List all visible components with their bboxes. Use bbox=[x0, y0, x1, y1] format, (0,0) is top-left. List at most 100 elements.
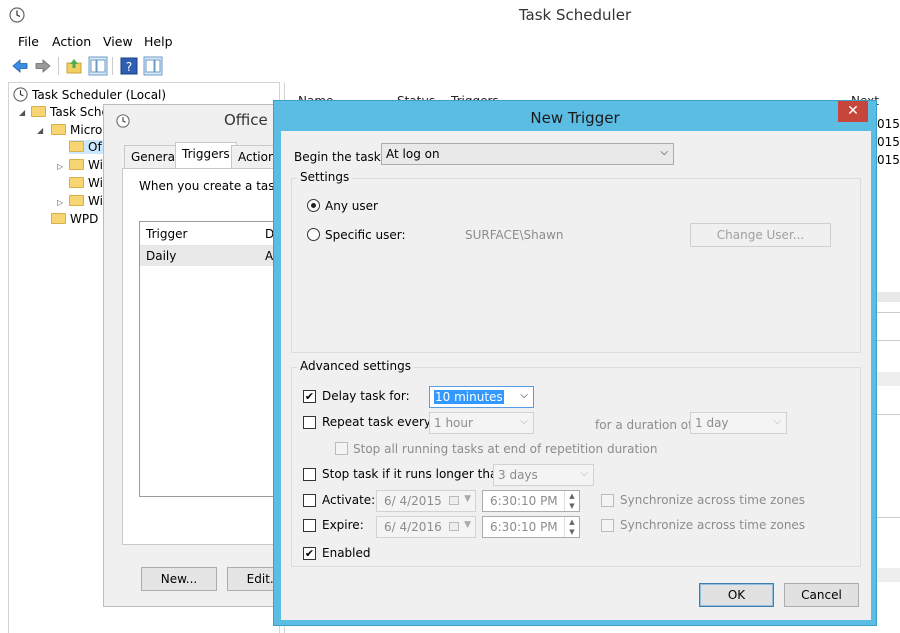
activate-sync-timezones-checkbox[interactable] bbox=[601, 494, 614, 507]
activate-time-input[interactable]: 6:30:10 PM ▲ ▼ bbox=[482, 490, 580, 512]
tree-label: Wi bbox=[88, 194, 103, 208]
delay-task-label[interactable]: Delay task for: bbox=[322, 389, 410, 403]
begin-task-select[interactable]: At log on ⌵ bbox=[381, 143, 674, 165]
tree-item-task-scheduler-local[interactable]: Task Scheduler (Local) bbox=[13, 87, 166, 102]
column-header-trigger[interactable]: Trigger bbox=[146, 227, 187, 241]
expire-date-picker[interactable]: 6/ 4/2016 ▼ bbox=[376, 516, 476, 538]
pane-divider bbox=[877, 568, 900, 582]
enabled-checkbox[interactable]: ✔ bbox=[303, 547, 316, 560]
repeat-task-checkbox[interactable] bbox=[303, 416, 316, 429]
toolbar-separator bbox=[58, 57, 59, 75]
calendar-icon bbox=[449, 522, 459, 531]
time-spinner[interactable]: ▲ ▼ bbox=[564, 491, 579, 511]
expire-sync-timezones-checkbox[interactable] bbox=[601, 519, 614, 532]
menu-help[interactable]: Help bbox=[144, 34, 173, 49]
menu-file[interactable]: File bbox=[18, 34, 39, 49]
chevron-down-icon: ⌵ bbox=[580, 468, 588, 479]
stop-running-tasks-label[interactable]: Stop all running tasks at end of repetit… bbox=[353, 442, 657, 456]
change-user-button[interactable]: Change User... bbox=[690, 223, 831, 247]
folder-icon bbox=[69, 195, 84, 206]
expire-time-value: 6:30:10 PM bbox=[490, 520, 558, 534]
specific-user-radio[interactable] bbox=[307, 228, 320, 241]
stop-if-longer-value: 3 days bbox=[498, 468, 538, 482]
collapse-caret-icon[interactable]: ◢ bbox=[19, 108, 25, 117]
show-hide-action-pane-icon[interactable] bbox=[143, 56, 163, 76]
settings-group-label: Settings bbox=[297, 170, 353, 184]
any-user-label[interactable]: Any user bbox=[325, 199, 378, 213]
forward-arrow-icon[interactable] bbox=[33, 56, 53, 76]
duration-label: for a duration of: bbox=[595, 418, 696, 432]
activate-date-picker[interactable]: 6/ 4/2015 ▼ bbox=[376, 490, 476, 512]
menu-action[interactable]: Action bbox=[52, 34, 91, 49]
pane-divider bbox=[877, 340, 900, 341]
trigger-list[interactable]: Trigger D Daily A bbox=[139, 221, 296, 497]
ok-button[interactable]: OK bbox=[699, 583, 774, 607]
new-trigger-button[interactable]: New... bbox=[141, 567, 217, 591]
show-hide-console-tree-icon[interactable] bbox=[88, 56, 108, 76]
tree-label: Of bbox=[88, 140, 102, 154]
stop-running-tasks-checkbox[interactable] bbox=[335, 442, 348, 455]
any-user-radio[interactable] bbox=[307, 199, 320, 212]
triggers-tab-panel: When you create a task, y Trigger D Dail… bbox=[122, 168, 301, 591]
activate-checkbox[interactable] bbox=[303, 494, 316, 507]
folder-icon bbox=[31, 106, 46, 117]
repeat-interval-select[interactable]: 1 hour ⌵ bbox=[429, 412, 534, 434]
up-folder-icon[interactable] bbox=[64, 56, 84, 76]
begin-task-value: At log on bbox=[386, 147, 440, 161]
expire-time-input[interactable]: 6:30:10 PM ▲ ▼ bbox=[482, 516, 580, 538]
dialog-title: New Trigger bbox=[530, 109, 620, 127]
repeat-interval-value: 1 hour bbox=[434, 416, 473, 430]
tree-item-wpd[interactable]: WPD bbox=[51, 212, 98, 226]
spin-down-icon[interactable]: ▼ bbox=[569, 502, 574, 510]
activate-label[interactable]: Activate: bbox=[322, 493, 375, 507]
collapse-caret-icon[interactable]: ◢ bbox=[37, 126, 43, 135]
duration-select[interactable]: 1 day ⌵ bbox=[690, 412, 787, 434]
close-button[interactable]: ✕ bbox=[838, 101, 868, 122]
stop-if-longer-select[interactable]: 3 days ⌵ bbox=[493, 464, 594, 486]
pane-divider bbox=[877, 414, 900, 415]
help-icon[interactable]: ? bbox=[119, 56, 139, 76]
repeat-task-label[interactable]: Repeat task every: bbox=[322, 415, 434, 429]
specific-user-label[interactable]: Specific user: bbox=[325, 228, 406, 242]
tree-item-windows-3[interactable]: Wi bbox=[69, 194, 103, 208]
spin-down-icon[interactable]: ▼ bbox=[569, 528, 574, 536]
chevron-down-icon: ▼ bbox=[464, 494, 471, 504]
enabled-label[interactable]: Enabled bbox=[322, 546, 371, 560]
tree-label: Wi bbox=[88, 176, 103, 190]
stop-if-longer-label[interactable]: Stop task if it runs longer than: bbox=[322, 467, 509, 481]
expire-label[interactable]: Expire: bbox=[322, 518, 364, 532]
task-properties-window: Office 1 General Triggers Actions When y… bbox=[103, 104, 301, 607]
svg-text:?: ? bbox=[126, 60, 132, 74]
folder-icon bbox=[69, 177, 84, 188]
tree-item-windows-1[interactable]: Wi bbox=[69, 158, 103, 172]
activate-sync-timezones-label[interactable]: Synchronize across time zones bbox=[620, 493, 805, 507]
chevron-down-icon: ▼ bbox=[464, 520, 471, 530]
tab-triggers[interactable]: Triggers bbox=[175, 142, 237, 169]
tree-item-microsoft[interactable]: Micro bbox=[51, 123, 102, 137]
back-arrow-icon[interactable] bbox=[10, 56, 30, 76]
expire-sync-timezones-label[interactable]: Synchronize across time zones bbox=[620, 518, 805, 532]
menu-view[interactable]: View bbox=[103, 34, 133, 49]
expire-checkbox[interactable] bbox=[303, 519, 316, 532]
begin-task-label: Begin the task: bbox=[294, 150, 385, 164]
new-trigger-dialog: New Trigger ✕ Begin the task: At log on … bbox=[273, 100, 877, 626]
expand-caret-icon[interactable]: ▷ bbox=[57, 162, 63, 171]
pane-divider[interactable] bbox=[877, 292, 900, 302]
time-spinner[interactable]: ▲ ▼ bbox=[564, 517, 579, 537]
next-run-cell: 015 bbox=[877, 135, 900, 149]
delay-task-checkbox[interactable]: ✔ bbox=[303, 390, 316, 403]
close-icon: ✕ bbox=[847, 103, 859, 119]
expand-caret-icon[interactable]: ▷ bbox=[57, 198, 63, 207]
activate-time-value: 6:30:10 PM bbox=[490, 494, 558, 508]
cancel-button[interactable]: Cancel bbox=[784, 583, 859, 607]
delay-task-select[interactable]: 10 minutes ⌵ bbox=[429, 386, 534, 408]
clock-icon bbox=[13, 87, 28, 102]
spin-up-icon[interactable]: ▲ bbox=[569, 518, 574, 526]
next-run-cell: 015 bbox=[877, 153, 900, 167]
tree-item-windows-2[interactable]: Wi bbox=[69, 176, 103, 190]
stop-if-longer-checkbox[interactable] bbox=[303, 468, 316, 481]
folder-icon bbox=[51, 213, 66, 224]
folder-icon bbox=[69, 141, 84, 152]
spin-up-icon[interactable]: ▲ bbox=[569, 492, 574, 500]
tree-label: WPD bbox=[70, 212, 99, 226]
